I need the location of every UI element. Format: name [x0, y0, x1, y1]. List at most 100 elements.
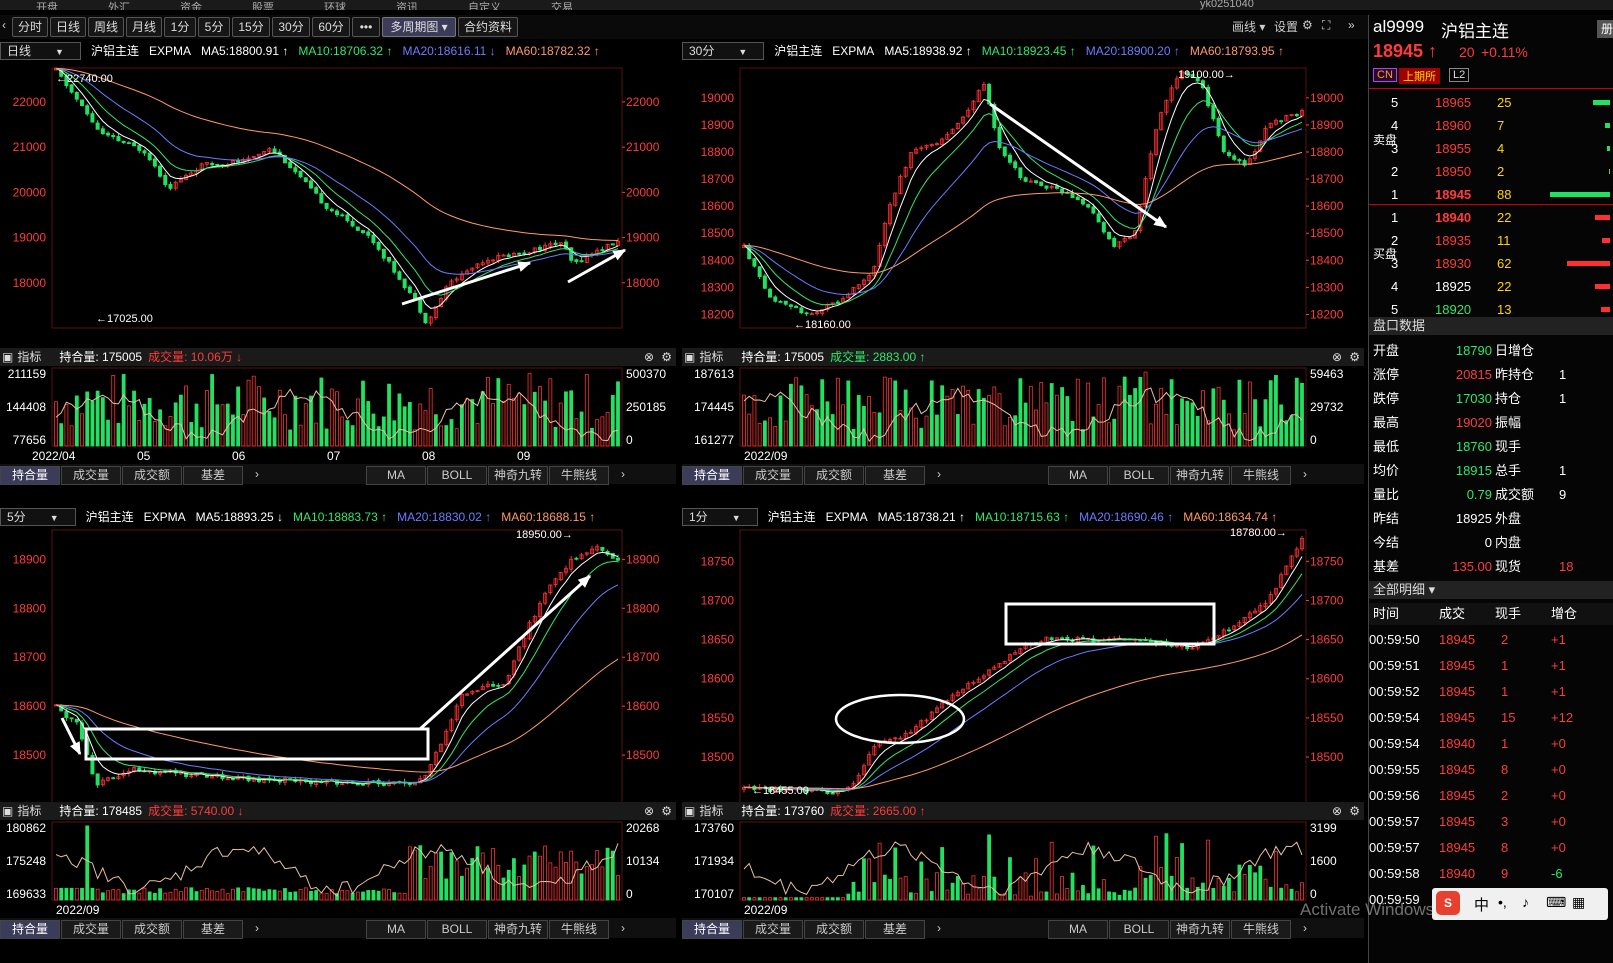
chevron-right-icon[interactable]: ›: [250, 466, 264, 483]
overlay-tab[interactable]: 神奇九转: [488, 920, 548, 939]
period-button[interactable]: •••: [352, 17, 380, 37]
overlay-tab[interactable]: MA: [1048, 466, 1108, 485]
gear-icon[interactable]: ⚙: [661, 802, 672, 820]
ask-row[interactable]: 4 18960 7: [1369, 115, 1613, 137]
gear-icon[interactable]: ⚙: [1349, 348, 1360, 366]
chevron-right-icon[interactable]: ›: [1298, 920, 1312, 937]
menu-icon[interactable]: ▦: [1572, 894, 1585, 911]
toggle-icon[interactable]: ▣: [684, 350, 695, 364]
indicator-tab[interactable]: 持合量: [0, 920, 60, 939]
top-menu-item[interactable]: 环球: [324, 3, 346, 11]
close-icon[interactable]: ⊗: [644, 348, 654, 366]
top-menu-item[interactable]: 外汇: [108, 3, 130, 11]
overlay-tab[interactable]: BOLL: [427, 466, 487, 485]
period-button[interactable]: 5分: [198, 17, 230, 37]
ime-mode[interactable]: 中: [1474, 894, 1489, 915]
period-button[interactable]: 分时: [12, 17, 48, 37]
gear-icon[interactable]: ⚙: [1349, 802, 1360, 820]
close-icon[interactable]: ⊗: [644, 802, 654, 820]
top-menu-item[interactable]: 资讯: [396, 3, 418, 11]
back-icon[interactable]: ‹: [2, 18, 6, 32]
bid-row[interactable]: 4 18925 22: [1369, 276, 1613, 298]
overlay-tab[interactable]: 神奇九转: [488, 466, 548, 485]
period-button[interactable]: 30分: [272, 17, 310, 37]
draw-line-button[interactable]: 画线 ▾: [1232, 18, 1265, 35]
indicator-tab[interactable]: 成交额: [804, 466, 864, 485]
overlay-tab[interactable]: 牛熊线: [1231, 466, 1291, 485]
period-select[interactable]: 日线 ▼: [0, 42, 81, 60]
chart-panel[interactable]: 30分 ▼ 沪铝主连 EXPMA MA5:18938.92 ↑ MA10:18923.45…: [682, 42, 1364, 490]
chevron-right-icon[interactable]: ›: [1298, 466, 1312, 483]
indicator-tab[interactable]: 成交量: [61, 466, 121, 485]
bid-row[interactable]: 1 18940 22: [1369, 207, 1613, 229]
overlay-tab[interactable]: 牛熊线: [1231, 920, 1291, 939]
gear-icon[interactable]: ⚙: [661, 348, 672, 366]
ask-row[interactable]: 3 18955 4: [1369, 138, 1613, 160]
top-menu-item[interactable]: 自定义: [468, 3, 501, 11]
period-button[interactable]: 60分: [312, 17, 350, 37]
gear-icon[interactable]: ⚙: [1302, 18, 1313, 32]
mic-icon[interactable]: ♪: [1522, 894, 1529, 910]
ime-toolbar[interactable]: S 中 •, ♪ ⌨ ▦: [1432, 888, 1608, 920]
top-menu-item[interactable]: 资金: [180, 3, 202, 11]
collapse-icon[interactable]: »: [1348, 18, 1355, 32]
top-menu-item[interactable]: 股票: [252, 3, 274, 11]
ask-row[interactable]: 1 18945 88: [1369, 184, 1613, 206]
indicator-tab[interactable]: 持合量: [682, 466, 742, 485]
chevron-right-icon[interactable]: ›: [932, 920, 946, 937]
period-button[interactable]: 周线: [88, 17, 124, 37]
overlay-tab[interactable]: 牛熊线: [549, 466, 609, 485]
chart-panel[interactable]: 1分 ▼ 沪铝主连 EXPMA MA5:18738.21 ↑ MA10:18715.63 …: [682, 508, 1364, 963]
period-button[interactable]: 合约资料: [458, 17, 518, 37]
chevron-right-icon[interactable]: ›: [616, 466, 630, 483]
overlay-tab[interactable]: MA: [366, 920, 426, 939]
punct-icon[interactable]: •,: [1498, 894, 1507, 910]
detail-dropdown[interactable]: 全部明细 ▾: [1369, 581, 1613, 599]
overlay-tab[interactable]: 牛熊线: [549, 920, 609, 939]
indicator-tab[interactable]: 基差: [865, 920, 925, 939]
settings-button[interactable]: 设置: [1274, 18, 1298, 35]
toggle-icon[interactable]: ▣: [2, 804, 13, 818]
indicator-tab[interactable]: 基差: [183, 920, 243, 939]
indicator-tab[interactable]: 基差: [865, 466, 925, 485]
keyboard-icon[interactable]: ⌨: [1546, 894, 1566, 911]
chart-panel[interactable]: 日线 ▼ 沪铝主连 EXPMA MA5:18800.91 ↑ MA10:18706.32 …: [0, 42, 676, 490]
toggle-icon[interactable]: ▣: [684, 804, 695, 818]
indicator-tab[interactable]: 成交量: [61, 920, 121, 939]
chart-panel[interactable]: 5分 ▼ 沪铝主连 EXPMA MA5:18893.25 ↓ MA10:18883.73 …: [0, 508, 676, 963]
period-select[interactable]: 1分 ▼: [682, 508, 758, 526]
close-icon[interactable]: ⊗: [1332, 802, 1342, 820]
ask-row[interactable]: 2 18950 2: [1369, 161, 1613, 183]
chevron-right-icon[interactable]: ›: [250, 920, 264, 937]
close-icon[interactable]: ⊗: [1332, 348, 1342, 366]
period-select[interactable]: 5分 ▼: [0, 508, 76, 526]
overlay-tab[interactable]: MA: [366, 466, 426, 485]
indicator-tab[interactable]: 成交额: [122, 466, 182, 485]
indicator-tab[interactable]: 持合量: [682, 920, 742, 939]
period-select[interactable]: 30分 ▼: [682, 42, 765, 60]
overlay-tab[interactable]: BOLL: [427, 920, 487, 939]
period-button[interactable]: 15分: [232, 17, 270, 37]
period-button[interactable]: 月线: [126, 17, 162, 37]
indicator-tab[interactable]: 成交量: [743, 920, 803, 939]
indicator-tab[interactable]: 持合量: [0, 466, 60, 485]
overlay-tab[interactable]: 神奇九转: [1170, 920, 1230, 939]
chevron-right-icon[interactable]: ›: [932, 466, 946, 483]
fullscreen-icon[interactable]: ⛶: [1322, 18, 1330, 33]
period-button[interactable]: 日线: [50, 17, 86, 37]
chevron-right-icon[interactable]: ›: [616, 920, 630, 937]
indicator-tab[interactable]: 成交额: [804, 920, 864, 939]
indicator-tab[interactable]: 基差: [183, 466, 243, 485]
overlay-tab[interactable]: BOLL: [1109, 920, 1169, 939]
overlay-tab[interactable]: BOLL: [1109, 466, 1169, 485]
overlay-tab[interactable]: 神奇九转: [1170, 466, 1230, 485]
ask-row[interactable]: 5 18965 25: [1369, 92, 1613, 114]
bid-row[interactable]: 2 18935 11: [1369, 230, 1613, 252]
period-button[interactable]: 多周期图 ▾: [382, 17, 456, 37]
top-menu-item[interactable]: 交易: [551, 3, 573, 11]
indicator-tab[interactable]: 成交额: [122, 920, 182, 939]
period-button[interactable]: 1分: [164, 17, 196, 37]
toggle-icon[interactable]: ▣: [2, 350, 13, 364]
indicator-tab[interactable]: 成交量: [743, 466, 803, 485]
top-menu-item[interactable]: 开盘: [36, 3, 58, 11]
